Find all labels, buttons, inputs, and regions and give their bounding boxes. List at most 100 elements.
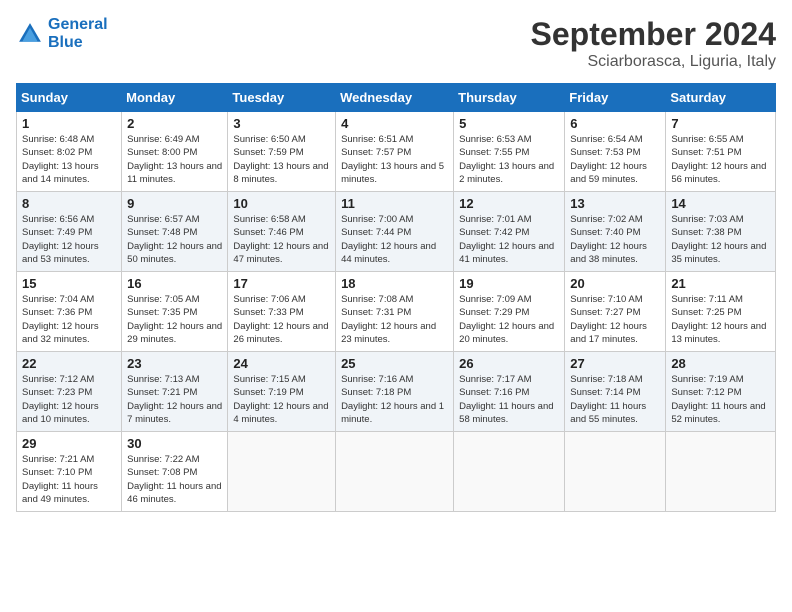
day-number: 21 [671, 276, 770, 291]
calendar-header: SundayMondayTuesdayWednesdayThursdayFrid… [17, 84, 776, 112]
day-info: Sunrise: 7:15 AM Sunset: 7:19 PM Dayligh… [233, 373, 330, 426]
calendar-cell: 6Sunrise: 6:54 AM Sunset: 7:53 PM Daylig… [565, 112, 666, 192]
day-info: Sunrise: 7:09 AM Sunset: 7:29 PM Dayligh… [459, 293, 559, 346]
day-info: Sunrise: 6:51 AM Sunset: 7:57 PM Dayligh… [341, 133, 448, 186]
calendar-cell: 16 Sunrise: 7:05 AM Sunset: 7:35 PM Dayli… [122, 272, 228, 352]
day-number: 15 [22, 276, 116, 291]
day-info: Sunrise: 7:08 AM Sunset: 7:31 PM Dayligh… [341, 293, 448, 346]
day-info: Sunrise: 6:53 AM Sunset: 7:55 PM Dayligh… [459, 133, 559, 186]
calendar-cell [228, 432, 336, 512]
day-number: 22 [22, 356, 116, 371]
day-number: 13 [570, 196, 660, 211]
calendar-cell: 29Sunrise: 7:21 AM Sunset: 7:10 PM Dayli… [17, 432, 122, 512]
day-number: 28 [671, 356, 770, 371]
calendar-cell: 17 Sunrise: 7:06 AM Sunset: 7:33 PM Dayli… [228, 272, 336, 352]
day-info: Sunrise: 7:02 AM Sunset: 7:40 PM Dayligh… [570, 213, 660, 266]
calendar-cell: 1Sunrise: 6:48 AM Sunset: 8:02 PM Daylig… [17, 112, 122, 192]
day-number: 3 [233, 116, 330, 131]
day-info: Sunrise: 6:48 AM Sunset: 8:02 PM Dayligh… [22, 133, 116, 186]
calendar-cell: 23 Sunrise: 7:13 AM Sunset: 7:21 PM Dayli… [122, 352, 228, 432]
day-info: Sunrise: 6:49 AM Sunset: 8:00 PM Dayligh… [127, 133, 222, 186]
calendar-cell: 24Sunrise: 7:15 AM Sunset: 7:19 PM Dayli… [228, 352, 336, 432]
day-number: 18 [341, 276, 448, 291]
day-number: 26 [459, 356, 559, 371]
calendar-cell: 8 Sunrise: 6:56 AM Sunset: 7:49 PM Daylig… [17, 192, 122, 272]
day-info: Sunrise: 6:57 AM Sunset: 7:48 PM Dayligh… [127, 213, 222, 266]
day-number: 11 [341, 196, 448, 211]
calendar-cell: 13 Sunrise: 7:02 AM Sunset: 7:40 PM Dayli… [565, 192, 666, 272]
calendar-cell [336, 432, 454, 512]
day-info: Sunrise: 7:11 AM Sunset: 7:25 PM Dayligh… [671, 293, 770, 346]
day-info: Sunrise: 7:01 AM Sunset: 7:42 PM Dayligh… [459, 213, 559, 266]
calendar-cell: 9 Sunrise: 6:57 AM Sunset: 7:48 PM Daylig… [122, 192, 228, 272]
logo-text: General Blue [48, 16, 108, 52]
weekday-header: Tuesday [228, 84, 336, 112]
day-info: Sunrise: 6:54 AM Sunset: 7:53 PM Dayligh… [570, 133, 660, 186]
calendar-cell: 19 Sunrise: 7:09 AM Sunset: 7:29 PM Dayli… [454, 272, 565, 352]
calendar-cell: 4 Sunrise: 6:51 AM Sunset: 7:57 PM Daylig… [336, 112, 454, 192]
day-number: 25 [341, 356, 448, 371]
calendar-week-row: 8 Sunrise: 6:56 AM Sunset: 7:49 PM Daylig… [17, 192, 776, 272]
weekday-header: Sunday [17, 84, 122, 112]
weekday-header: Thursday [454, 84, 565, 112]
day-info: Sunrise: 7:05 AM Sunset: 7:35 PM Dayligh… [127, 293, 222, 346]
calendar-cell: 15 Sunrise: 7:04 AM Sunset: 7:36 PM Dayli… [17, 272, 122, 352]
calendar-cell: 27Sunrise: 7:18 AM Sunset: 7:14 PM Dayli… [565, 352, 666, 432]
day-number: 29 [22, 436, 116, 451]
day-info: Sunrise: 7:12 AM Sunset: 7:23 PM Dayligh… [22, 373, 116, 426]
calendar-body: 1Sunrise: 6:48 AM Sunset: 8:02 PM Daylig… [17, 112, 776, 512]
day-number: 14 [671, 196, 770, 211]
day-number: 16 [127, 276, 222, 291]
day-number: 17 [233, 276, 330, 291]
day-info: Sunrise: 7:17 AM Sunset: 7:16 PM Dayligh… [459, 373, 559, 426]
day-number: 19 [459, 276, 559, 291]
calendar-cell: 3 Sunrise: 6:50 AM Sunset: 7:59 PM Daylig… [228, 112, 336, 192]
weekday-header: Monday [122, 84, 228, 112]
day-info: Sunrise: 6:56 AM Sunset: 7:49 PM Dayligh… [22, 213, 116, 266]
day-number: 8 [22, 196, 116, 211]
weekday-header: Wednesday [336, 84, 454, 112]
day-number: 12 [459, 196, 559, 211]
day-info: Sunrise: 7:13 AM Sunset: 7:21 PM Dayligh… [127, 373, 222, 426]
calendar-cell: 25 Sunrise: 7:16 AM Sunset: 7:18 PM Dayli… [336, 352, 454, 432]
calendar-cell: 7Sunrise: 6:55 AM Sunset: 7:51 PM Daylig… [666, 112, 776, 192]
day-number: 7 [671, 116, 770, 131]
day-info: Sunrise: 7:16 AM Sunset: 7:18 PM Dayligh… [341, 373, 448, 426]
day-info: Sunrise: 6:58 AM Sunset: 7:46 PM Dayligh… [233, 213, 330, 266]
weekday-row: SundayMondayTuesdayWednesdayThursdayFrid… [17, 84, 776, 112]
calendar-cell [666, 432, 776, 512]
calendar-cell: 2Sunrise: 6:49 AM Sunset: 8:00 PM Daylig… [122, 112, 228, 192]
page-header: General Blue September 2024 Sciarborasca… [16, 16, 776, 71]
day-info: Sunrise: 7:04 AM Sunset: 7:36 PM Dayligh… [22, 293, 116, 346]
day-info: Sunrise: 7:06 AM Sunset: 7:33 PM Dayligh… [233, 293, 330, 346]
calendar-cell [565, 432, 666, 512]
logo-icon [16, 20, 44, 48]
day-info: Sunrise: 7:10 AM Sunset: 7:27 PM Dayligh… [570, 293, 660, 346]
calendar-cell: 21 Sunrise: 7:11 AM Sunset: 7:25 PM Dayli… [666, 272, 776, 352]
day-info: Sunrise: 6:50 AM Sunset: 7:59 PM Dayligh… [233, 133, 330, 186]
location: Sciarborasca, Liguria, Italy [531, 53, 776, 71]
day-number: 4 [341, 116, 448, 131]
calendar-week-row: 15 Sunrise: 7:04 AM Sunset: 7:36 PM Dayli… [17, 272, 776, 352]
calendar-cell: 10Sunrise: 6:58 AM Sunset: 7:46 PM Dayli… [228, 192, 336, 272]
day-number: 23 [127, 356, 222, 371]
calendar-week-row: 29Sunrise: 7:21 AM Sunset: 7:10 PM Dayli… [17, 432, 776, 512]
day-number: 9 [127, 196, 222, 211]
calendar-cell: 18 Sunrise: 7:08 AM Sunset: 7:31 PM Dayli… [336, 272, 454, 352]
calendar-week-row: 1Sunrise: 6:48 AM Sunset: 8:02 PM Daylig… [17, 112, 776, 192]
calendar-cell [454, 432, 565, 512]
weekday-header: Saturday [666, 84, 776, 112]
day-info: Sunrise: 7:19 AM Sunset: 7:12 PM Dayligh… [671, 373, 770, 426]
day-info: Sunrise: 7:03 AM Sunset: 7:38 PM Dayligh… [671, 213, 770, 266]
calendar-cell: 22 Sunrise: 7:12 AM Sunset: 7:23 PM Dayli… [17, 352, 122, 432]
day-info: Sunrise: 7:22 AM Sunset: 7:08 PM Dayligh… [127, 453, 222, 506]
logo: General Blue [16, 16, 108, 52]
weekday-header: Friday [565, 84, 666, 112]
calendar-cell: 30Sunrise: 7:22 AM Sunset: 7:08 PM Dayli… [122, 432, 228, 512]
day-info: Sunrise: 7:18 AM Sunset: 7:14 PM Dayligh… [570, 373, 660, 426]
day-number: 20 [570, 276, 660, 291]
calendar-week-row: 22 Sunrise: 7:12 AM Sunset: 7:23 PM Dayli… [17, 352, 776, 432]
day-info: Sunrise: 7:00 AM Sunset: 7:44 PM Dayligh… [341, 213, 448, 266]
calendar-cell: 20 Sunrise: 7:10 AM Sunset: 7:27 PM Dayli… [565, 272, 666, 352]
title-area: September 2024 Sciarborasca, Liguria, It… [531, 16, 776, 71]
